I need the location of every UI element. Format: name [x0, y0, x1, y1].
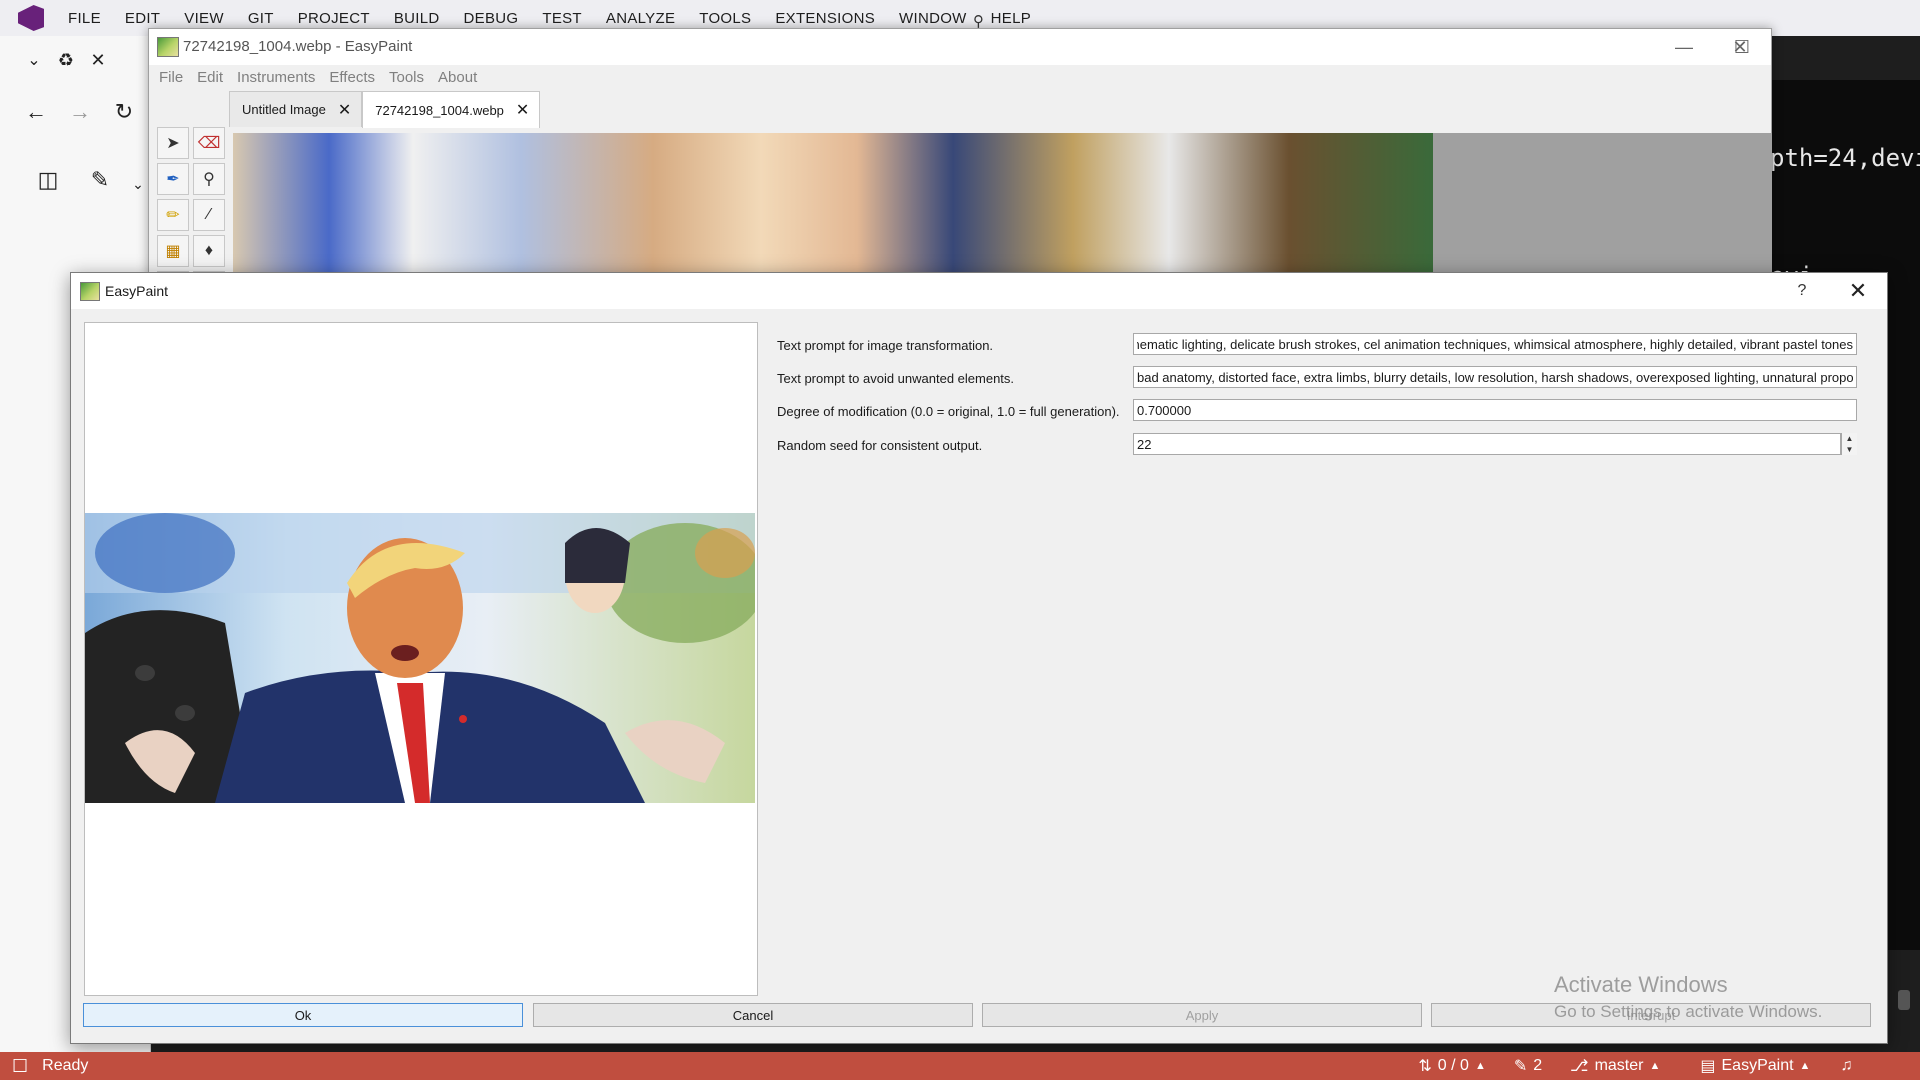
tool-palette: ➤ ⌫ ✒ ⚲ ✏ ∕ ▦ ♦ ▭ ◯ [153, 97, 229, 303]
branch-selector[interactable]: ⎇ master ▲ [1570, 1056, 1660, 1076]
repo-selector[interactable]: ▤ EasyPaint ▲ [1700, 1056, 1810, 1076]
menu-effects[interactable]: Effects [329, 69, 375, 86]
menu-about[interactable]: About [438, 69, 477, 86]
easypaint-app-icon [157, 37, 179, 57]
branch-name: master [1594, 1057, 1644, 1074]
visual-studio-logo-icon[interactable] [18, 5, 44, 31]
negative-prompt-input[interactable] [1133, 366, 1857, 388]
preview-image [85, 513, 755, 803]
easypaint-window: 72742198_1004.webp - EasyPaint — ☐ ✕ Fil… [148, 28, 1772, 303]
notifications[interactable]: ♫ [1840, 1057, 1852, 1075]
seed-label: Random seed for consistent output. [777, 438, 983, 453]
prompt-label: Text prompt for image transformation. [777, 338, 994, 353]
vs-menu-view[interactable]: VIEW [172, 10, 236, 27]
pending-changes[interactable]: ✎ 2 [1514, 1056, 1542, 1076]
vs-menu-analyze[interactable]: ANALYZE [594, 10, 687, 27]
window-titlebar: 72742198_1004.webp - EasyPaint — ☐ [149, 29, 1771, 65]
color-picker-icon[interactable]: ✒ [157, 163, 189, 195]
bell-icon: ♫ [1840, 1057, 1853, 1074]
pencil-tool-icon[interactable]: ✏ [157, 199, 189, 231]
message-icon: ☐ [12, 1055, 29, 1076]
scrollbar-thumb[interactable] [1898, 990, 1910, 1010]
help-button[interactable]: ? [1787, 279, 1817, 303]
menu-file[interactable]: File [159, 69, 183, 86]
close-tab-icon[interactable]: ✕ [338, 100, 351, 120]
pencil-icon: ✎ [1513, 1058, 1528, 1075]
vs-menu-build[interactable]: BUILD [382, 10, 452, 27]
minimize-icon[interactable]: — [1655, 29, 1713, 65]
easypaint-menubar: File Edit Instruments Effects Tools Abou… [149, 65, 1781, 89]
eraser-tool-icon[interactable]: ⌫ [193, 127, 225, 159]
back-arrow-icon[interactable]: ← [22, 98, 50, 126]
strength-label: Degree of modification (0.0 = original, … [777, 404, 1120, 419]
increment-icon[interactable]: ▲ [1841, 433, 1857, 444]
vs-menu-extensions[interactable]: EXTENSIONS [763, 10, 887, 27]
tab-untitled-image[interactable]: Untitled Image ✕ [229, 91, 363, 127]
menu-instruments[interactable]: Instruments [237, 69, 315, 86]
window-close-button[interactable]: ✕ [1711, 29, 1769, 65]
sync-arrows-icon: ⇅ [1418, 1058, 1432, 1075]
caret-up-icon: ▲ [1474, 1060, 1486, 1072]
chevron-down-icon[interactable]: ⌄ [20, 46, 48, 74]
strength-input[interactable] [1133, 399, 1857, 421]
tab-label: 72742198_1004.webp [375, 102, 504, 118]
caret-up-icon: ▲ [1799, 1060, 1811, 1072]
refresh-icon[interactable]: ↻ [110, 98, 138, 126]
terminal-line: pth=24,devi [1770, 144, 1920, 172]
image-canvas[interactable] [233, 133, 1771, 279]
cursor-tool-icon[interactable]: ➤ [157, 127, 189, 159]
window-title: 72742198_1004.webp - EasyPaint [183, 38, 413, 55]
fill-tool-icon[interactable]: ♦ [193, 235, 225, 267]
sidebar-toggle-icon[interactable]: ◫ [34, 166, 62, 194]
vs-menu-tools[interactable]: TOOLS [687, 10, 763, 27]
vs-menu-window[interactable]: WINDOW [887, 10, 979, 27]
interrupt-button[interactable]: Interrupt [1431, 1003, 1871, 1027]
line-tool-icon[interactable]: ∕ [193, 199, 225, 231]
new-note-icon[interactable]: ✎ [86, 166, 114, 194]
forward-arrow-icon[interactable]: → [66, 98, 94, 126]
repo-name: EasyPaint [1721, 1057, 1794, 1074]
menu-tools[interactable]: Tools [389, 69, 424, 86]
ok-button[interactable]: Ok [83, 1003, 523, 1027]
dialog-title: EasyPaint [105, 283, 169, 299]
easypaint-app-icon [80, 282, 100, 301]
tab-72742198-1004[interactable]: 72742198_1004.webp ✕ [362, 91, 541, 128]
prompt-input[interactable] [1133, 333, 1857, 355]
status-ready: ☐ Ready [12, 1056, 88, 1077]
dialog-close-icon[interactable]: ✕ [1841, 277, 1875, 305]
vs-menu-test[interactable]: TEST [530, 10, 594, 27]
spray-tool-icon[interactable]: ▦ [157, 235, 189, 267]
preview-illustration [85, 513, 755, 803]
magnifier-tool-icon[interactable]: ⚲ [193, 163, 225, 195]
sync-status[interactable]: ⇅ 0 / 0 ▲ [1418, 1056, 1485, 1076]
canvas-image [233, 133, 1433, 279]
branch-icon: ⎇ [1570, 1058, 1589, 1075]
status-bar: ☐ Ready ⇅ 0 / 0 ▲ ✎ 2 ⎇ master ▲ ▤ EasyP… [0, 1052, 1920, 1080]
caret-up-icon: ▲ [1649, 1060, 1661, 1072]
status-ready-label: Ready [42, 1057, 89, 1074]
vs-menu-debug[interactable]: DEBUG [452, 10, 531, 27]
vs-menu-git[interactable]: GIT [236, 10, 286, 27]
menu-edit[interactable]: Edit [197, 69, 223, 86]
cancel-button[interactable]: Cancel [533, 1003, 973, 1027]
sync-count: 0 / 0 [1437, 1057, 1469, 1074]
seed-stepper: ▲ ▼ [1841, 433, 1857, 455]
seed-spinbox[interactable] [1133, 433, 1841, 455]
vs-menu-project[interactable]: PROJECT [286, 10, 382, 27]
github-copilot-icon[interactable]: ♻ [52, 46, 80, 74]
decrement-icon[interactable]: ▼ [1841, 444, 1857, 455]
close-tab-icon[interactable]: ✕ [516, 100, 529, 120]
vs-menu-edit[interactable]: EDIT [113, 10, 172, 27]
image-preview [84, 322, 758, 996]
close-icon[interactable]: ✕ [84, 46, 112, 74]
tab-label: Untitled Image [242, 102, 326, 117]
changes-count: 2 [1533, 1057, 1543, 1074]
negative-prompt-label: Text prompt to avoid unwanted elements. [777, 371, 1015, 386]
vs-menu-file[interactable]: FILE [56, 10, 113, 27]
document-tabs: Untitled Image ✕ 72742198_1004.webp ✕ [229, 91, 541, 128]
apply-button[interactable]: Apply [982, 1003, 1422, 1027]
repository-icon: ▤ [1700, 1058, 1716, 1075]
dialog-titlebar: EasyPaint ? ✕ [71, 273, 1887, 309]
